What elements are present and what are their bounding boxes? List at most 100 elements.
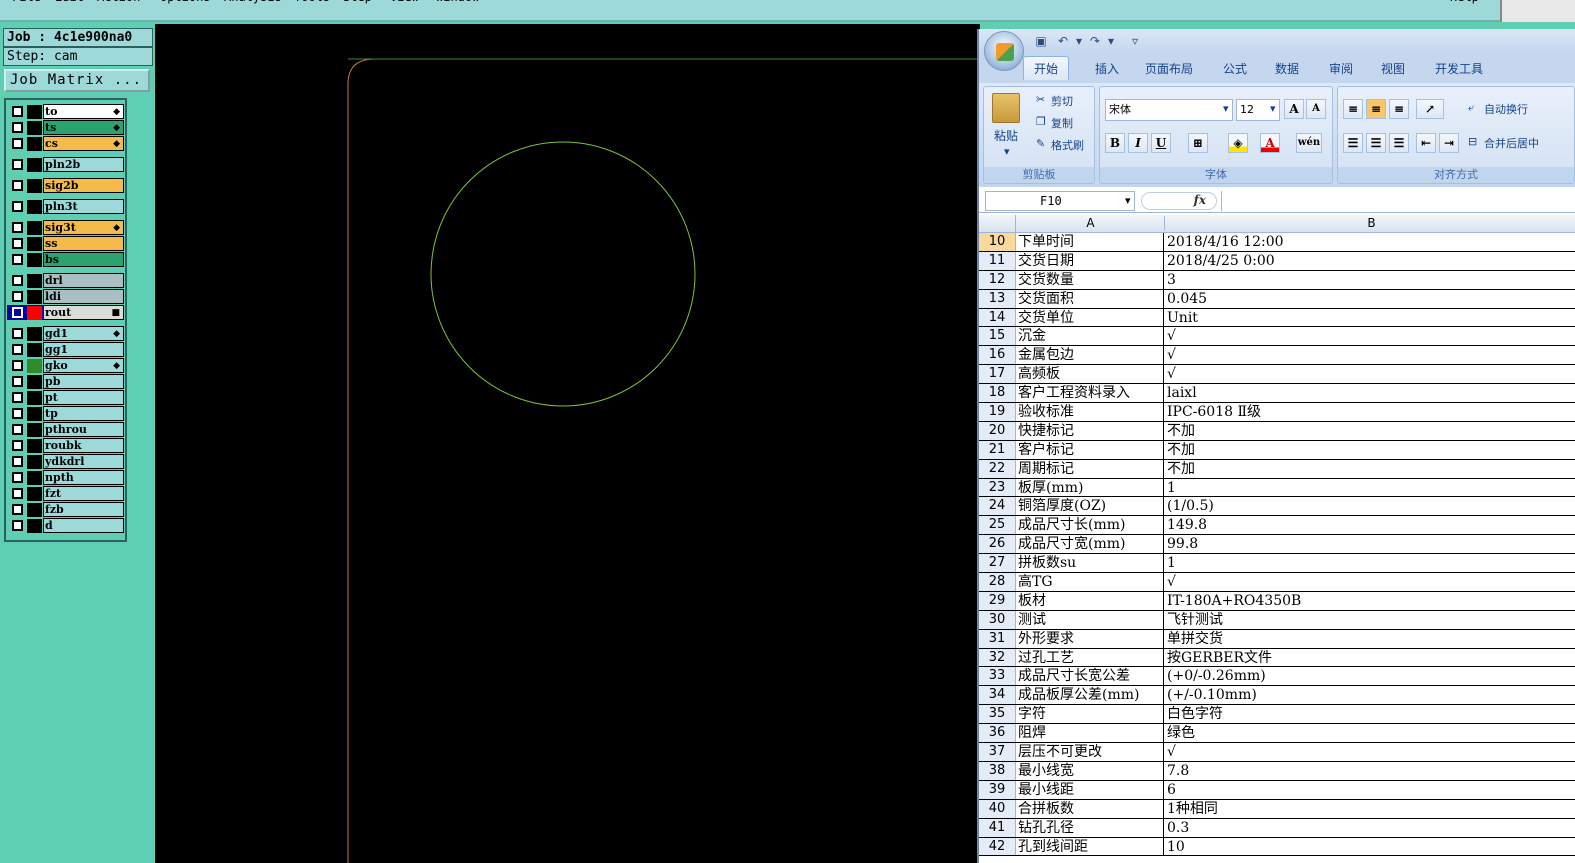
layer-checkbox[interactable] — [12, 376, 23, 387]
cell-b[interactable]: 149.8 — [1167, 516, 1575, 534]
cell-b[interactable]: 0.3 — [1167, 819, 1575, 837]
row-number[interactable]: 33 — [979, 667, 1016, 686]
row-number[interactable]: 17 — [979, 365, 1016, 384]
format-painter-button[interactable]: 格式刷 — [1051, 137, 1084, 153]
column-b-header[interactable]: B — [1166, 216, 1575, 230]
layer-name[interactable]: ldi — [43, 289, 124, 304]
cell-b[interactable]: Unit — [1167, 309, 1575, 327]
layer-name[interactable]: gd1 ◆ — [43, 326, 124, 341]
cell-a[interactable]: 板材 — [1018, 591, 1164, 610]
layer-color-swatch[interactable] — [27, 274, 42, 288]
layer-row-fzt[interactable]: fzt — [7, 486, 124, 501]
layer-row-ldi[interactable]: ldi — [7, 289, 124, 304]
layer-name[interactable]: ts ◆ — [43, 120, 124, 135]
menu-help[interactable]: Help — [1450, 0, 1479, 4]
save-icon[interactable]: ▣ — [1033, 33, 1049, 49]
cell-a[interactable]: 过孔工艺 — [1018, 648, 1164, 667]
layer-color-swatch[interactable] — [27, 407, 42, 421]
cell-b[interactable]: 按GERBER文件 — [1167, 649, 1575, 667]
layer-name[interactable]: sig2b — [43, 178, 124, 193]
layer-color-swatch[interactable] — [27, 253, 42, 267]
layer-checkbox[interactable] — [12, 440, 23, 451]
layer-row-bs[interactable]: bs — [7, 252, 124, 267]
layer-row-pln3t[interactable]: pln3t — [7, 199, 124, 214]
menu-options[interactable]: Options — [160, 0, 211, 4]
row-number[interactable]: 38 — [979, 761, 1016, 780]
cell-a[interactable]: 验收标准 — [1018, 403, 1164, 421]
cell-a[interactable]: 高TG — [1018, 573, 1164, 591]
layer-color-swatch[interactable] — [27, 200, 42, 214]
menu-window[interactable]: Window — [436, 0, 479, 4]
layer-color-swatch[interactable] — [27, 471, 42, 485]
cam-canvas[interactable] — [155, 24, 980, 863]
cell-b[interactable]: (+0/-0.26mm) — [1167, 667, 1575, 685]
cell-b[interactable]: √ — [1167, 573, 1575, 591]
cell-b[interactable]: 绿色 — [1167, 724, 1575, 742]
row-number[interactable]: 20 — [979, 421, 1016, 440]
layer-checkbox[interactable] — [12, 275, 23, 286]
align-middle-icon[interactable]: ≡ — [1366, 99, 1386, 119]
cell-a[interactable]: 交货数量 — [1018, 270, 1164, 289]
font-name-combo[interactable]: 宋体 — [1105, 99, 1233, 121]
cell-b[interactable]: 1种相同 — [1167, 800, 1575, 818]
cell-a[interactable]: 客户标记 — [1018, 440, 1164, 459]
layer-row-rout[interactable]: rout ■ — [7, 305, 124, 320]
layer-color-swatch[interactable] — [27, 221, 42, 235]
layer-checkbox[interactable] — [12, 222, 23, 233]
layer-color-swatch[interactable] — [27, 503, 42, 517]
customize-qat-icon[interactable]: ▿ — [1127, 33, 1143, 49]
row-number[interactable]: 27 — [979, 554, 1016, 573]
align-top-icon[interactable]: ≡ — [1343, 99, 1363, 119]
layer-row-sig3t[interactable]: sig3t ◆ — [7, 220, 124, 235]
layer-checkbox[interactable] — [12, 472, 23, 483]
wrap-text-button[interactable]: 自动换行 — [1484, 101, 1528, 117]
menu-analysis[interactable]: Analysis — [224, 0, 282, 4]
cell-a[interactable]: 层压不可更改 — [1018, 743, 1164, 761]
job-matrix-button[interactable]: Job Matrix ... — [4, 69, 150, 92]
layer-name[interactable]: fzt — [43, 486, 124, 501]
row-number[interactable]: 29 — [979, 591, 1016, 610]
cell-a[interactable]: 交货面积 — [1018, 289, 1164, 308]
align-left-icon[interactable]: ☰ — [1343, 133, 1363, 153]
layer-checkbox[interactable] — [12, 392, 23, 403]
cell-b[interactable]: 1 — [1167, 479, 1575, 497]
cell-b[interactable]: (1/0.5) — [1167, 497, 1575, 515]
tab-7[interactable]: 视图 — [1381, 60, 1405, 77]
align-bottom-icon[interactable]: ≡ — [1389, 99, 1409, 119]
layer-color-swatch[interactable] — [27, 105, 42, 119]
formula-input[interactable] — [1221, 191, 1575, 211]
layer-checkbox[interactable] — [12, 456, 23, 467]
layer-checkbox[interactable] — [12, 138, 23, 149]
layer-name[interactable]: cs ◆ — [43, 136, 124, 151]
cell-b[interactable]: 2018/4/16 12:00 — [1167, 233, 1575, 251]
menu-view[interactable]: View — [390, 0, 419, 4]
layer-checkbox[interactable] — [12, 344, 23, 355]
menu-tools[interactable]: Tools — [294, 0, 330, 4]
cell-b[interactable]: 6 — [1167, 781, 1575, 799]
row-number[interactable]: 23 — [979, 478, 1016, 497]
layer-name[interactable]: pb — [43, 374, 124, 389]
row-number[interactable]: 14 — [979, 308, 1016, 327]
layer-color-swatch[interactable] — [27, 158, 42, 172]
layer-checkbox[interactable] — [12, 291, 23, 302]
layer-name[interactable]: gko ◆ — [43, 358, 124, 373]
layer-name[interactable]: sig3t ◆ — [43, 220, 124, 235]
underline-button[interactable]: U — [1151, 133, 1171, 153]
layer-checkbox[interactable] — [12, 360, 23, 371]
borders-icon[interactable]: ⊞ — [1188, 133, 1208, 153]
name-box[interactable]: F10 — [985, 191, 1135, 211]
layer-row-gd1[interactable]: gd1 ◆ — [7, 326, 124, 341]
cell-b[interactable]: 99.8 — [1167, 535, 1575, 553]
cell-b[interactable]: IT-180A+RO4350B — [1167, 592, 1575, 610]
paste-icon[interactable] — [992, 93, 1020, 123]
redo-icon[interactable]: ↷ — [1087, 33, 1103, 49]
cell-a[interactable]: 成品尺寸长宽公差 — [1018, 667, 1164, 686]
decrease-indent-icon[interactable]: ⇤ — [1416, 133, 1436, 153]
layer-checkbox[interactable] — [12, 180, 23, 191]
layer-name[interactable]: ss — [43, 236, 124, 251]
merge-center-icon[interactable]: ⊟ — [1468, 135, 1477, 148]
layer-color-swatch[interactable] — [27, 519, 42, 533]
row-number[interactable]: 32 — [979, 648, 1016, 667]
cell-a[interactable]: 成品板厚公差(mm) — [1018, 686, 1164, 705]
layer-name[interactable]: tp — [43, 406, 124, 421]
